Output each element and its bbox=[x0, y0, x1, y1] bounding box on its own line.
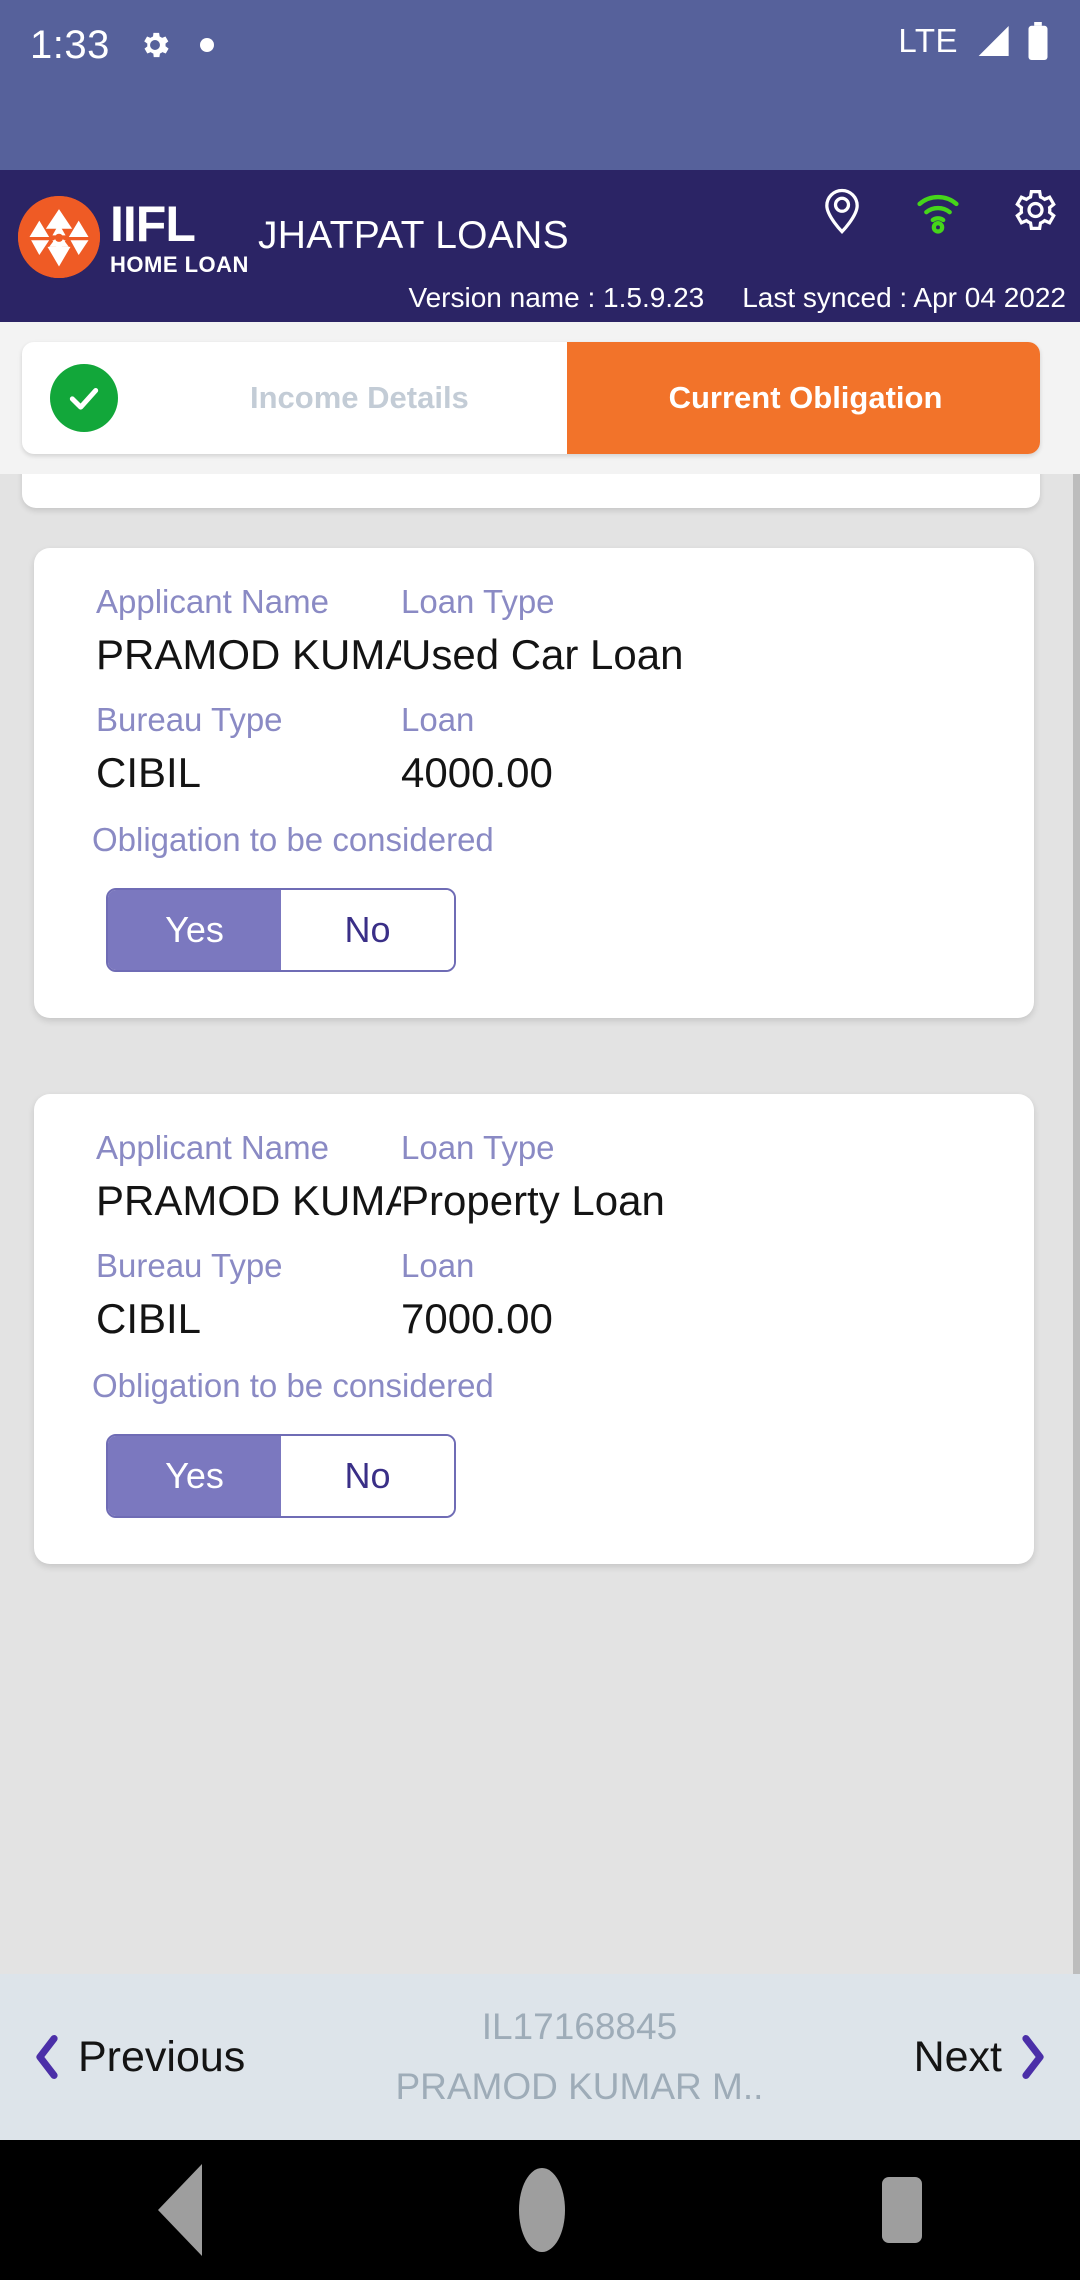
chevron-left-icon bbox=[30, 2032, 64, 2082]
obligation-considered-label: Obligation to be considered bbox=[92, 1367, 494, 1404]
loan-amount-value: 7000.00 bbox=[401, 1295, 553, 1342]
applicant-name-value: PRAMOD KUMA… bbox=[96, 631, 401, 678]
notification-dot-icon bbox=[199, 38, 214, 52]
application-applicant-name: PRAMOD KUMAR M.. bbox=[395, 2066, 764, 2107]
vertical-scrollbar[interactable] bbox=[1073, 474, 1080, 1974]
logo-brand-subtitle: HOME LOAN bbox=[110, 251, 249, 277]
header-icon-group bbox=[816, 184, 1060, 236]
check-icon bbox=[50, 364, 118, 432]
obligation-considered-label: Obligation to be considered bbox=[92, 821, 494, 858]
location-pin-icon[interactable] bbox=[816, 184, 868, 236]
bureau-type-value: CIBIL bbox=[96, 749, 202, 796]
obligation-toggle[interactable]: Yes No bbox=[106, 888, 456, 972]
status-bar-left: 1:33 bbox=[30, 22, 214, 68]
signal-bars-icon bbox=[972, 24, 1012, 58]
obligation-toggle-no[interactable]: No bbox=[281, 890, 454, 970]
battery-icon bbox=[1026, 22, 1050, 60]
loan-type-value: Property Loan bbox=[401, 1177, 665, 1224]
step-income-details-label: Income Details bbox=[250, 380, 469, 415]
app-header: IIFL HOME LOAN JHATPAT LOANS Version nam… bbox=[0, 170, 1080, 322]
previous-button-label: Previous bbox=[78, 2032, 246, 2081]
loan-amount-field: Loan 4000.00 bbox=[401, 700, 961, 801]
recents-square-icon[interactable] bbox=[881, 2177, 922, 2243]
obligation-toggle-yes[interactable]: Yes bbox=[108, 1436, 281, 1516]
header-meta: Version name : 1.5.9.23 Last synced : Ap… bbox=[408, 282, 1066, 314]
loan-amount-label: Loan bbox=[401, 1247, 475, 1284]
application-id: IL17168845 bbox=[481, 2006, 678, 2047]
obligation-card: Applicant Name PRAMOD KUMA… Loan Type Pr… bbox=[34, 1094, 1034, 1564]
loan-type-value: Used Car Loan bbox=[401, 631, 684, 678]
next-button[interactable]: Next bbox=[914, 2032, 1050, 2082]
android-navigation-bar bbox=[0, 2140, 1080, 2280]
loan-amount-value: 4000.00 bbox=[401, 749, 553, 796]
step-current-obligation[interactable]: Current Obligation bbox=[521, 342, 1040, 454]
loan-amount-field: Loan 7000.00 bbox=[401, 1246, 961, 1347]
partially-scrolled-card bbox=[22, 474, 1040, 508]
step-current-obligation-label: Current Obligation bbox=[668, 380, 943, 415]
settings-gear-icon[interactable] bbox=[1008, 184, 1060, 236]
app-version-label: Version name : 1.5.9.23 bbox=[408, 282, 705, 313]
last-synced-label: Last synced : Apr 04 2022 bbox=[742, 282, 1066, 313]
page-title: JHATPAT LOANS bbox=[258, 214, 569, 257]
applicant-name-field: Applicant Name PRAMOD KUMA… bbox=[96, 1128, 401, 1229]
progress-stepper: Income Details Current Obligation bbox=[22, 342, 1040, 454]
loan-type-field: Loan Type Used Car Loan bbox=[401, 582, 961, 683]
obligation-toggle-no[interactable]: No bbox=[281, 1436, 454, 1516]
applicant-name-label: Applicant Name bbox=[96, 583, 329, 620]
obligation-card-list[interactable]: Applicant Name PRAMOD KUMA… Loan Type Us… bbox=[0, 474, 1080, 1974]
wifi-icon[interactable] bbox=[912, 184, 964, 236]
applicant-name-field: Applicant Name PRAMOD KUMA… bbox=[96, 582, 401, 683]
network-type-label: LTE bbox=[898, 22, 958, 59]
loan-type-label: Loan Type bbox=[401, 583, 555, 620]
bottom-navigation-bar: Previous IL17168845 PRAMOD KUMAR M.. Nex… bbox=[0, 1974, 1080, 2140]
bureau-type-field: Bureau Type CIBIL bbox=[96, 700, 401, 801]
loan-type-field: Loan Type Property Loan bbox=[401, 1128, 961, 1229]
loan-type-label: Loan Type bbox=[401, 1129, 555, 1166]
loan-amount-label: Loan bbox=[401, 701, 475, 738]
obligation-toggle-yes[interactable]: Yes bbox=[108, 890, 281, 970]
bureau-type-field: Bureau Type CIBIL bbox=[96, 1246, 401, 1347]
chevron-right-icon bbox=[1016, 2032, 1050, 2082]
obligation-card: Applicant Name PRAMOD KUMA… Loan Type Us… bbox=[34, 548, 1034, 1018]
obligation-toggle[interactable]: Yes No bbox=[106, 1434, 456, 1518]
android-status-bar: 1:33 LTE bbox=[0, 0, 1080, 170]
app-logo: IIFL HOME LOAN bbox=[18, 196, 249, 278]
stepper-area: Income Details Current Obligation bbox=[0, 322, 1080, 474]
bureau-type-label: Bureau Type bbox=[96, 701, 283, 738]
bureau-type-label: Bureau Type bbox=[96, 1247, 283, 1284]
phone-screen: 1:33 LTE IIFL HOME LOAN JHATPAT LOANS Ve… bbox=[0, 0, 1080, 2280]
next-button-label: Next bbox=[913, 2032, 1002, 2081]
step-income-details[interactable]: Income Details bbox=[22, 342, 567, 454]
application-summary: IL17168845 PRAMOD KUMAR M.. bbox=[245, 1997, 913, 2117]
applicant-name-value: PRAMOD KUMA… bbox=[96, 1177, 401, 1224]
logo-wordmark: IIFL HOME LOAN bbox=[110, 199, 249, 276]
bureau-type-value: CIBIL bbox=[96, 1295, 202, 1342]
iifl-sri-yantra-logo-icon bbox=[18, 196, 100, 278]
previous-button[interactable]: Previous bbox=[30, 2032, 245, 2082]
status-bar-right: LTE bbox=[898, 22, 1050, 60]
logo-brand-name: IIFL bbox=[110, 195, 196, 252]
gear-icon bbox=[138, 28, 172, 62]
applicant-name-label: Applicant Name bbox=[96, 1129, 329, 1166]
back-triangle-icon[interactable] bbox=[158, 2164, 203, 2256]
status-bar-clock: 1:33 bbox=[30, 23, 110, 67]
home-circle-icon[interactable] bbox=[518, 2168, 565, 2252]
